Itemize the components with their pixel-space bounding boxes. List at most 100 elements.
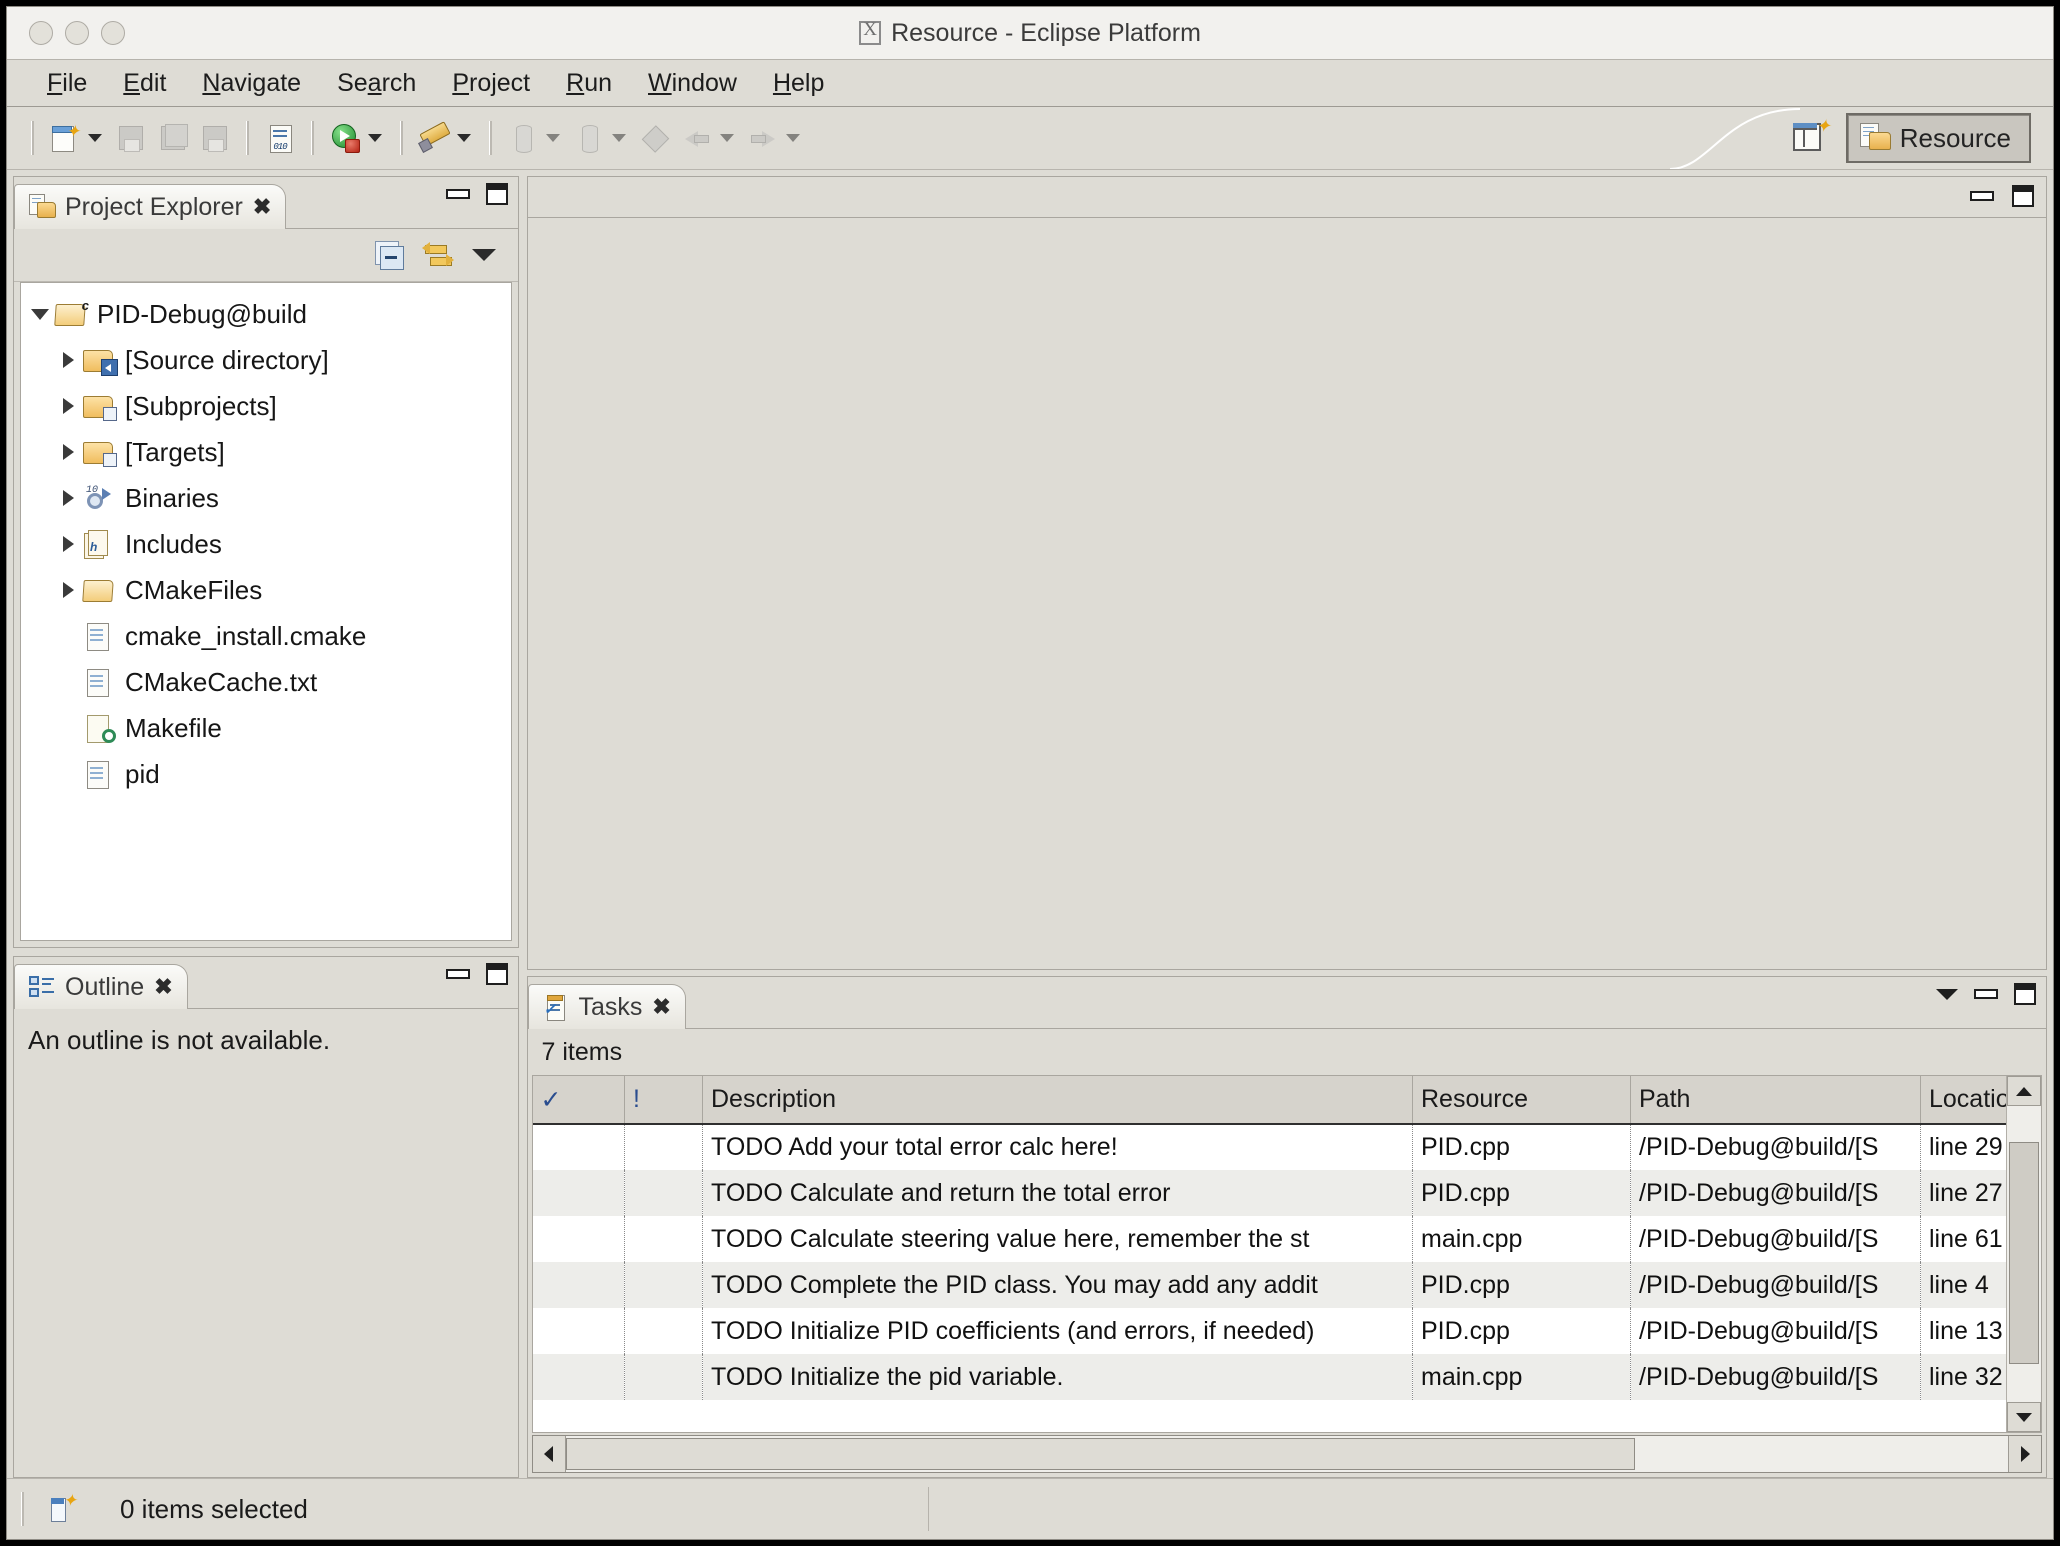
minimize-button[interactable] bbox=[446, 189, 470, 199]
link-with-editor-icon[interactable] bbox=[422, 240, 454, 270]
menu-project[interactable]: Project bbox=[434, 65, 548, 102]
minimize-button[interactable] bbox=[1974, 989, 1998, 999]
tree-row-cmake-install[interactable]: cmake_install.cmake bbox=[21, 613, 511, 659]
tree-row-pid-debug-build[interactable]: c PID-Debug@build bbox=[21, 291, 511, 337]
debug-button[interactable] bbox=[413, 117, 455, 159]
close-icon[interactable]: ✖ bbox=[652, 996, 670, 1018]
table-row[interactable]: TODO Add your total error calc here! PID… bbox=[533, 1124, 2041, 1170]
previous-annotation-button[interactable] bbox=[568, 117, 610, 159]
window-title: Resource - Eclipse Platform bbox=[891, 19, 1201, 48]
cell-completed[interactable] bbox=[533, 1308, 625, 1354]
tab-project-explorer[interactable]: Project Explorer ✖ bbox=[14, 184, 286, 229]
run-button[interactable] bbox=[324, 117, 366, 159]
perspective-button-resource[interactable]: Resource bbox=[1846, 113, 2031, 163]
scroll-down-button[interactable] bbox=[2007, 1402, 2041, 1432]
print-button[interactable] bbox=[194, 117, 236, 159]
column-header-resource[interactable]: Resource bbox=[1413, 1076, 1631, 1124]
tree-row-cmakecache[interactable]: CMakeCache.txt bbox=[21, 659, 511, 705]
menu-navigate[interactable]: Navigate bbox=[184, 65, 319, 102]
tasks-horizontal-scrollbar[interactable] bbox=[532, 1435, 2043, 1473]
tree-row-makefile[interactable]: Makefile bbox=[21, 705, 511, 751]
open-hex-editor-button[interactable]: 010 bbox=[259, 117, 301, 159]
menu-window[interactable]: Window bbox=[630, 65, 755, 102]
editor-empty-area[interactable] bbox=[528, 218, 2047, 969]
cell-completed[interactable] bbox=[533, 1170, 625, 1216]
tree-row-source-directory[interactable]: [Source directory] bbox=[21, 337, 511, 383]
debug-dropdown-arrow[interactable] bbox=[457, 134, 471, 142]
view-menu-icon[interactable] bbox=[1936, 989, 1958, 1000]
maximize-button[interactable] bbox=[2014, 983, 2036, 1005]
tree-row-binaries[interactable]: 10 Binaries bbox=[21, 475, 511, 521]
save-button[interactable] bbox=[110, 117, 152, 159]
menu-edit[interactable]: Edit bbox=[105, 65, 184, 102]
column-header-priority[interactable]: ! bbox=[625, 1076, 703, 1124]
last-edit-location-button[interactable] bbox=[634, 117, 676, 159]
run-dropdown-arrow[interactable] bbox=[368, 134, 382, 142]
open-perspective-button[interactable]: ✦ bbox=[1790, 118, 1830, 158]
makefile-icon bbox=[81, 712, 117, 744]
horizontal-scroll-track[interactable] bbox=[566, 1436, 2009, 1472]
tab-outline[interactable]: Outline ✖ bbox=[14, 964, 188, 1009]
minimize-button[interactable] bbox=[446, 969, 470, 979]
tree-row-pid[interactable]: pid bbox=[21, 751, 511, 797]
tree-row-cmakefiles[interactable]: CMakeFiles bbox=[21, 567, 511, 613]
tree-row-includes[interactable]: h Includes bbox=[21, 521, 511, 567]
twisty-closed-icon[interactable] bbox=[55, 352, 81, 368]
table-row[interactable]: TODO Calculate steering value here, reme… bbox=[533, 1216, 2041, 1262]
scroll-left-button[interactable] bbox=[533, 1436, 566, 1472]
twisty-closed-icon[interactable] bbox=[55, 398, 81, 414]
back-dropdown-arrow[interactable] bbox=[720, 134, 734, 142]
project-tree[interactable]: c PID-Debug@build [Source directory] [Su… bbox=[20, 282, 512, 941]
perspective-switcher: ✦ Resource bbox=[1790, 107, 2053, 169]
column-header-description[interactable]: Description bbox=[703, 1076, 1413, 1124]
twisty-closed-icon[interactable] bbox=[55, 582, 81, 598]
maximize-button[interactable] bbox=[486, 183, 508, 205]
tree-row-subprojects[interactable]: [Subprojects] bbox=[21, 383, 511, 429]
forward-dropdown-arrow[interactable] bbox=[786, 134, 800, 142]
table-row[interactable]: TODO Calculate and return the total erro… bbox=[533, 1170, 2041, 1216]
menu-search[interactable]: Search bbox=[319, 65, 434, 102]
twisty-open-icon[interactable] bbox=[27, 309, 53, 320]
menu-run[interactable]: Run bbox=[548, 65, 630, 102]
table-row[interactable]: TODO Initialize the pid variable. main.c… bbox=[533, 1354, 2041, 1400]
cell-completed[interactable] bbox=[533, 1354, 625, 1400]
table-row[interactable]: TODO Complete the PID class. You may add… bbox=[533, 1262, 2041, 1308]
cell-completed[interactable] bbox=[533, 1216, 625, 1262]
column-header-path[interactable]: Path bbox=[1631, 1076, 1921, 1124]
scroll-right-button[interactable] bbox=[2008, 1436, 2041, 1472]
title-bar: Resource - Eclipse Platform bbox=[7, 7, 2053, 60]
close-icon[interactable]: ✖ bbox=[154, 976, 172, 998]
vertical-scroll-thumb[interactable] bbox=[2009, 1142, 2039, 1364]
maximize-button[interactable] bbox=[486, 963, 508, 985]
scroll-up-button[interactable] bbox=[2007, 1076, 2041, 1106]
save-icon bbox=[116, 123, 146, 153]
maximize-button[interactable] bbox=[2012, 185, 2034, 207]
previous-annotation-dropdown-arrow[interactable] bbox=[612, 134, 626, 142]
twisty-closed-icon[interactable] bbox=[55, 536, 81, 552]
menu-help[interactable]: Help bbox=[755, 65, 842, 102]
tab-tasks[interactable]: ✓ Tasks ✖ bbox=[528, 984, 686, 1029]
new-wizard-dropdown-arrow[interactable] bbox=[88, 134, 102, 142]
minimize-button[interactable] bbox=[1970, 191, 1994, 201]
cell-priority bbox=[625, 1308, 703, 1354]
table-row[interactable]: TODO Initialize PID coefficients (and er… bbox=[533, 1308, 2041, 1354]
menu-file[interactable]: File bbox=[29, 65, 105, 102]
tasks-vertical-scrollbar[interactable] bbox=[2006, 1076, 2041, 1432]
column-header-completed[interactable]: ✓ bbox=[533, 1076, 625, 1124]
collapse-all-icon[interactable] bbox=[374, 240, 404, 270]
horizontal-scroll-thumb[interactable] bbox=[566, 1438, 1635, 1470]
cell-completed[interactable] bbox=[533, 1124, 625, 1170]
forward-button[interactable] bbox=[742, 117, 784, 159]
new-wizard-button[interactable]: ✦ bbox=[44, 117, 86, 159]
next-annotation-button[interactable] bbox=[502, 117, 544, 159]
tree-row-targets[interactable]: [Targets] bbox=[21, 429, 511, 475]
twisty-closed-icon[interactable] bbox=[55, 444, 81, 460]
view-menu-icon[interactable] bbox=[472, 249, 496, 261]
close-icon[interactable]: ✖ bbox=[253, 196, 271, 218]
cell-completed[interactable] bbox=[533, 1262, 625, 1308]
cell-priority bbox=[625, 1170, 703, 1216]
save-all-button[interactable] bbox=[152, 117, 194, 159]
next-annotation-dropdown-arrow[interactable] bbox=[546, 134, 560, 142]
twisty-closed-icon[interactable] bbox=[55, 490, 81, 506]
back-button[interactable] bbox=[676, 117, 718, 159]
